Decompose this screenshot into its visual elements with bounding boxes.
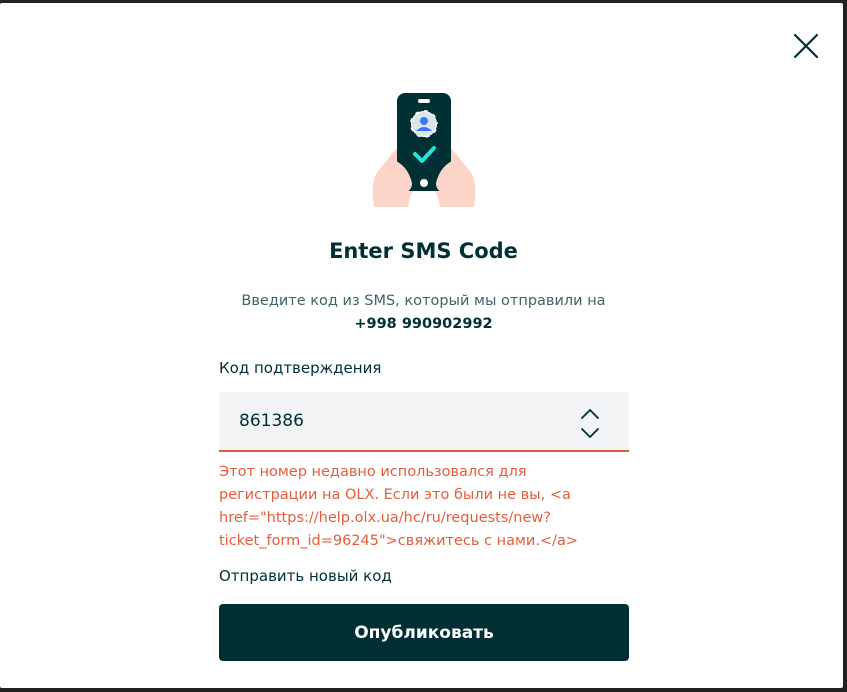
chevron-up-icon [581,409,599,419]
close-button[interactable] [790,30,822,62]
sms-code-modal: Enter SMS Code Введите код из SMS, котор… [0,3,843,688]
code-field-label: Код подтверждения [219,359,382,377]
stepper-down-button[interactable] [579,425,601,439]
modal-subtitle: Введите код из SMS, который мы отправили… [0,290,847,336]
submit-button[interactable]: Опубликовать [219,604,629,661]
phone-number: +998 990902992 [354,316,493,332]
chevron-down-icon [581,428,599,438]
code-input[interactable]: 861386 [219,392,629,452]
subtitle-text: Введите код из SMS, который мы отправили… [241,293,606,309]
code-input-value[interactable]: 861386 [239,411,304,431]
stepper-up-button[interactable] [579,406,601,420]
error-message: Этот номер недавно использовался для рег… [219,464,579,549]
close-icon [793,33,819,59]
modal-title: Enter SMS Code [329,239,518,263]
resend-code-link[interactable]: Отправить новый код [219,567,392,585]
number-stepper[interactable] [579,406,601,440]
phone-verification-illustration [368,91,480,209]
